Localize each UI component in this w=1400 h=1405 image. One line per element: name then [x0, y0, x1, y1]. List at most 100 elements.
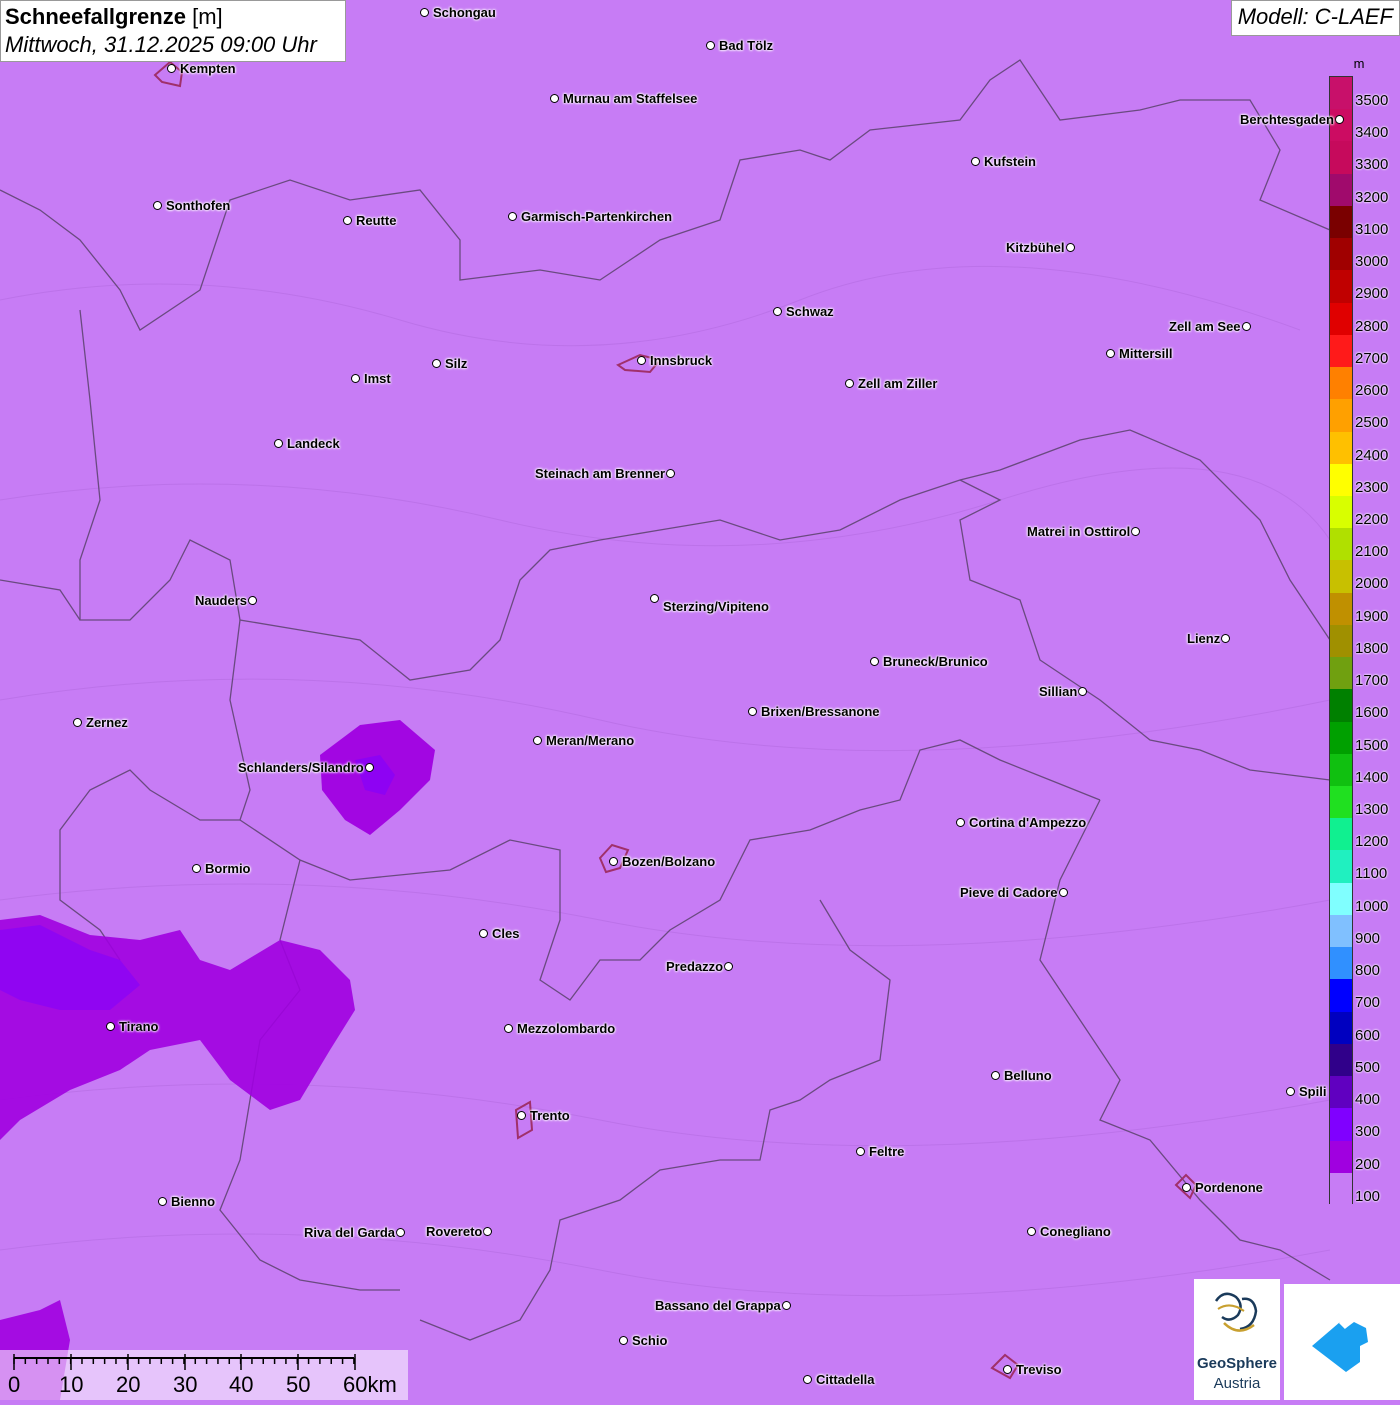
legend-label: 2200: [1355, 510, 1389, 528]
legend-label: 100: [1355, 1187, 1381, 1205]
legend-label: 3400: [1355, 124, 1389, 142]
city-marker-icon: [748, 707, 757, 716]
city-marker-icon: [274, 439, 283, 448]
city-marker-icon: [1221, 634, 1230, 643]
legend-label: 3200: [1355, 188, 1389, 206]
city-label: Bassano del Grappa: [655, 1298, 781, 1313]
legend-label: 200: [1355, 1155, 1381, 1173]
city-label: Steinach am Brenner: [535, 466, 666, 481]
scale-label: 20: [116, 1372, 141, 1397]
city-label: Reutte: [356, 213, 397, 228]
city-marker-icon: [1078, 687, 1087, 696]
legend-label: 500: [1355, 1058, 1381, 1076]
cloud-app-logo[interactable]: [1284, 1284, 1400, 1400]
legend-swatch: [1330, 334, 1352, 368]
city-marker-icon: [609, 857, 618, 866]
geosphere-logo[interactable]: GeoSphere Austria: [1194, 1279, 1280, 1400]
city-marker-icon: [845, 379, 854, 388]
legend-label: 700: [1355, 994, 1381, 1012]
legend-label: 3100: [1355, 220, 1389, 238]
legend-label: 2800: [1355, 317, 1389, 335]
legend-swatch: [1330, 850, 1352, 884]
map-title: Schneefallgrenze: [5, 4, 186, 29]
legend-swatch: [1330, 1043, 1352, 1077]
color-legend: m 3500 3400 3300 3200 3100 3000 2900 2800 2700 26…: [1329, 56, 1400, 1208]
city-label: Sonthofen: [166, 198, 231, 213]
city-label: Garmisch-Partenkirchen: [521, 209, 673, 224]
city-label: Mittersill: [1119, 346, 1173, 361]
legend-label: 300: [1355, 1123, 1381, 1141]
city-marker-icon: [550, 94, 559, 103]
legend-label: 1600: [1355, 704, 1389, 722]
legend-swatch: [1330, 753, 1352, 787]
city-label: Schongau: [433, 5, 496, 20]
city-marker-icon: [365, 763, 374, 772]
city-label: Pieve di Cadore: [960, 885, 1058, 900]
legend-swatch: [1330, 560, 1352, 594]
city-label: Trento: [530, 1108, 570, 1123]
city-marker-icon: [73, 718, 82, 727]
city-marker-icon: [803, 1375, 812, 1384]
legend-label: 3500: [1355, 92, 1389, 109]
legend-label: 2300: [1355, 478, 1389, 496]
legend-label: 2500: [1355, 414, 1389, 432]
city-marker-icon: [1335, 115, 1344, 124]
city-label: Bad Tölz: [719, 38, 774, 53]
city-label: Bozen/Bolzano: [622, 854, 716, 869]
city-marker-icon: [637, 356, 646, 365]
city-marker-icon: [1003, 1365, 1012, 1374]
legend-swatch: [1330, 399, 1352, 432]
city-label: Lienz: [1187, 631, 1221, 646]
city-label: Pordenone: [1195, 1180, 1263, 1195]
city-marker-icon: [106, 1022, 115, 1031]
city-marker-icon: [432, 359, 441, 368]
city-label: Schio: [632, 1333, 668, 1348]
legend-swatch: [1330, 947, 1352, 980]
city-label: Bienno: [171, 1194, 216, 1209]
geosphere-text: GeoSphere: [1196, 1355, 1278, 1372]
legend-label: 3300: [1355, 156, 1389, 174]
city-marker-icon: [504, 1024, 513, 1033]
city-label: Meran/Merano: [546, 733, 635, 748]
city-label: Zell am See: [1169, 319, 1241, 334]
legend-label: 2000: [1355, 575, 1389, 593]
legend-swatch: [1330, 205, 1352, 239]
legend-swatch: [1330, 721, 1352, 755]
city-label: Berchtesgaden: [1240, 112, 1334, 127]
legend-label: 1400: [1355, 768, 1389, 786]
legend-swatch: [1330, 882, 1352, 916]
legend-swatch: [1330, 818, 1352, 851]
city-marker-icon: [782, 1301, 791, 1310]
legend-swatch: [1330, 270, 1352, 304]
city-label: Treviso: [1016, 1362, 1062, 1377]
legend-label: 800: [1355, 962, 1381, 980]
legend-swatch: [1330, 238, 1352, 271]
legend-label: 1000: [1355, 897, 1389, 915]
model-label: Modell: C-LAEF: [1230, 0, 1400, 36]
legend-swatch: [1330, 914, 1352, 948]
city-marker-icon: [619, 1336, 628, 1345]
legend-bar: [1329, 76, 1353, 1206]
city-label: Silz: [445, 356, 468, 371]
city-marker-icon: [420, 8, 429, 17]
map-unit: [m]: [192, 4, 223, 29]
city-marker-icon: [650, 594, 659, 603]
city-label: Predazzo: [666, 959, 724, 974]
city-marker-icon: [991, 1071, 1000, 1080]
legend-label: 1800: [1355, 639, 1389, 657]
city-marker-icon: [396, 1228, 405, 1237]
legend-swatch: [1330, 624, 1352, 658]
map-datetime: Mittwoch, 31.12.2025 09:00 Uhr: [5, 32, 317, 57]
legend-swatch: [1330, 1172, 1352, 1206]
legend-unit: m: [1353, 56, 1365, 71]
city-marker-icon: [351, 374, 360, 383]
city-label: Brixen/Bressanone: [761, 704, 880, 719]
city-label: Kufstein: [984, 154, 1036, 169]
legend-swatch: [1330, 689, 1352, 723]
scale-label: 10: [59, 1372, 84, 1397]
city-label: Rovereto: [426, 1224, 483, 1239]
city-label: Innsbruck: [650, 353, 713, 368]
legend-label: 2600: [1355, 382, 1389, 400]
legend-swatch: [1330, 173, 1352, 207]
geosphere-emblem-icon: [1214, 1292, 1258, 1332]
